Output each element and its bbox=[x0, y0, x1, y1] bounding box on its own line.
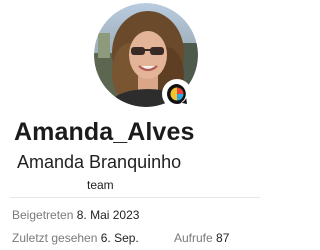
user-title: team bbox=[87, 178, 114, 192]
views-value: 87 bbox=[216, 231, 230, 245]
views-label: Aufrufe bbox=[174, 231, 213, 245]
last-seen-value: 6. Sep. bbox=[100, 231, 139, 245]
username: Amanda_Alves bbox=[14, 118, 195, 146]
avatar-container[interactable] bbox=[94, 3, 198, 109]
full-name: Amanda Branquinho bbox=[17, 152, 182, 172]
stat-last-seen: Zuletzt gesehen 6. Sep. bbox=[12, 231, 139, 245]
joined-label: Beigetreten bbox=[12, 208, 74, 222]
user-card: Amanda_Alves Amanda Branquinho team Beig… bbox=[0, 0, 273, 250]
chat-bubble-icon bbox=[167, 84, 187, 104]
last-seen-label: Zuletzt gesehen bbox=[12, 231, 98, 245]
joined-value: 8. Mai 2023 bbox=[76, 208, 140, 222]
divider bbox=[10, 197, 260, 198]
stat-joined: Beigetreten 8. Mai 2023 bbox=[12, 208, 139, 222]
status-badge[interactable] bbox=[162, 79, 192, 109]
stat-views: Aufrufe 87 bbox=[174, 231, 229, 245]
